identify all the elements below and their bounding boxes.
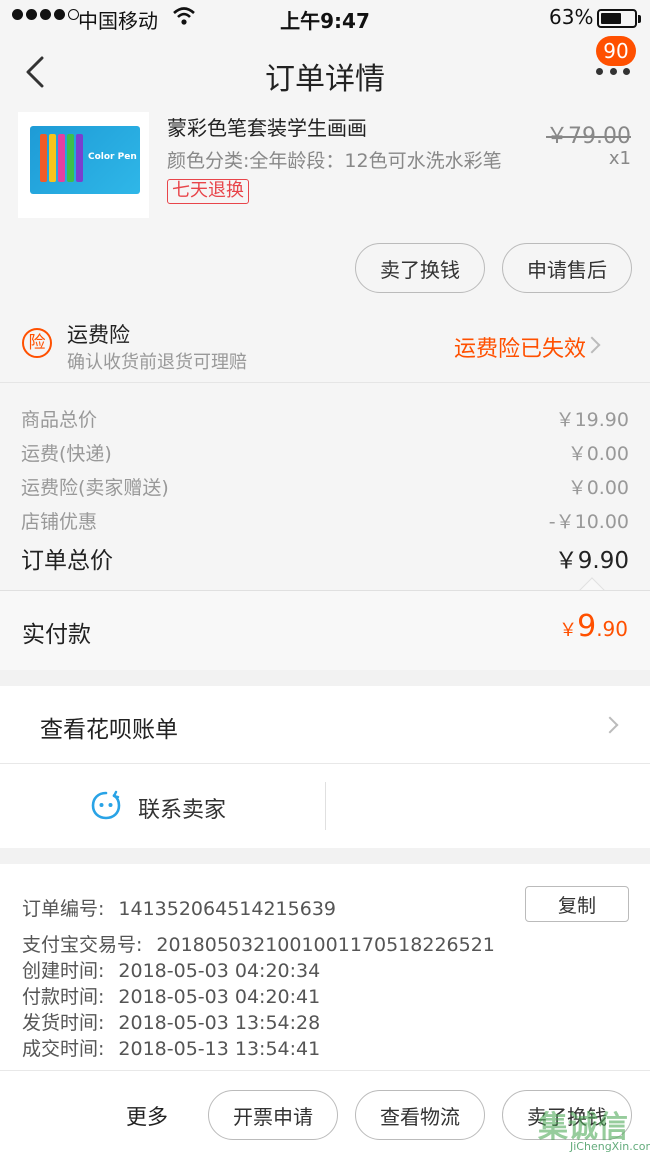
return-policy-tag: 七天退换 [167,179,249,204]
insurance-status: 运费险已失效 [453,337,586,362]
info-row: 发货时间: 2018-05-03 13:54:28 [22,1008,320,1035]
price-row: 商品总价 ￥19.90 [21,405,629,435]
order-total-row: 订单总价 ￥9.90 [21,541,629,574]
copy-button[interactable]: 复制 [525,886,629,922]
info-value: 2018050321001001170518226521 [156,934,495,956]
paid-value: ￥9.90 [559,609,628,644]
contact-seller-button[interactable]: 联系卖家 [138,792,226,824]
shipping-insurance-row[interactable]: 险 运费险 确认收货前退货可理赔 运费险已失效 [0,304,650,382]
watermark: 集诚信 JiChengXin.com [530,1102,650,1156]
battery-percent: 63% [549,5,594,29]
order-number-value: 141352064514215639 [118,898,336,920]
insurance-title: 运费险 [67,323,130,347]
insurance-subtitle: 确认收货前退货可理赔 [67,352,247,373]
price-row: 运费(快递) ￥0.00 [21,439,629,469]
price-row: 运费险(卖家赠送) ￥0.00 [21,473,629,503]
order-total-value: ￥9.90 [554,548,629,574]
contact-bar: 联系卖家 [0,764,650,848]
price-value: -￥10.00 [548,511,629,533]
info-row: 支付宝交易号: 2018050321001001170518226521 [22,930,495,957]
info-value: 2018-05-03 13:54:28 [118,1012,321,1034]
info-label: 付款时间: [22,986,105,1008]
info-label: 成交时间: [22,1038,105,1060]
order-number-label: 订单编号: [22,898,105,920]
price-label: 商品总价 [21,409,98,431]
price-label: 运费(快递) [21,443,112,465]
view-logistics-button[interactable]: 查看物流 [355,1090,485,1140]
info-row: 创建时间: 2018-05-03 04:20:34 [22,956,320,983]
huabei-label: 查看花呗账单 [40,717,178,743]
paid-amount-row: 实付款 ￥9.90 [0,590,650,670]
price-row: 店铺优惠 -￥10.00 [21,507,629,537]
chat-bubble-icon [91,790,121,820]
insurance-icon: 险 [22,328,52,358]
original-price: ￥79.00 [546,124,631,149]
battery-fill [601,13,621,24]
more-actions-button[interactable]: 更多 [126,1101,168,1131]
info-value: 2018-05-03 04:20:41 [118,986,321,1008]
info-label: 创建时间: [22,960,105,982]
nav-bar: 订单详情 90 [0,36,650,108]
chevron-right-icon [601,716,619,734]
order-info: 订单编号: 141352064514215639 复制 支付宝交易号: 201805… [0,864,650,1070]
info-label: 支付宝交易号: [22,934,143,956]
product-quantity: x1 [608,148,631,169]
price-breakdown: 商品总价 ￥19.90 运费(快递) ￥0.00 运费险(卖家赠送) ￥0.00… [0,382,650,603]
product-name[interactable]: 蒙彩色笔套装学生画画 [167,112,367,141]
product-card[interactable]: Color Pen 蒙彩色笔套装学生画画 颜色分类:全年龄段：12色可水洗水彩笔… [0,108,650,304]
after-sale-button[interactable]: 申请售后 [502,243,632,293]
paid-integer: 9 [577,609,597,644]
info-label: 发货时间: [22,1012,105,1034]
paid-label: 实付款 [22,622,91,648]
message-badge: 90 [596,36,636,66]
thumb-logo-text: Color Pen [88,152,137,162]
battery-icon [597,9,641,28]
order-total-label: 订单总价 [21,548,113,574]
divider [325,782,326,830]
info-row: 付款时间: 2018-05-03 04:20:41 [22,982,320,1009]
invoice-request-button[interactable]: 开票申请 [208,1090,338,1140]
sell-button[interactable]: 卖了换钱 [355,243,485,293]
page-title: 订单详情 [265,62,385,97]
more-menu-icon[interactable] [596,66,630,76]
paid-currency: ￥ [559,620,578,641]
price-value: ￥19.90 [555,409,629,431]
chevron-right-icon [583,336,601,354]
watermark-url: JiChengXin.com [570,1140,650,1153]
huabei-bill-row[interactable]: 查看花呗账单 [0,686,650,764]
price-label: 运费险(卖家赠送) [21,477,169,499]
info-value: 2018-05-13 13:54:41 [118,1038,321,1060]
product-spec: 颜色分类:全年龄段：12色可水洗水彩笔 [167,150,502,172]
status-bar: 中国移动 上午9:47 63% [0,0,650,36]
price-value: ￥0.00 [567,443,629,465]
order-number-row: 订单编号: 141352064514215639 [22,894,336,921]
info-row: 成交时间: 2018-05-13 13:54:41 [22,1034,320,1061]
price-label: 店铺优惠 [21,511,98,533]
paid-decimal: .90 [596,617,628,641]
product-thumbnail[interactable]: Color Pen [18,112,149,218]
info-value: 2018-05-03 04:20:34 [118,960,321,982]
price-value: ￥0.00 [567,477,629,499]
